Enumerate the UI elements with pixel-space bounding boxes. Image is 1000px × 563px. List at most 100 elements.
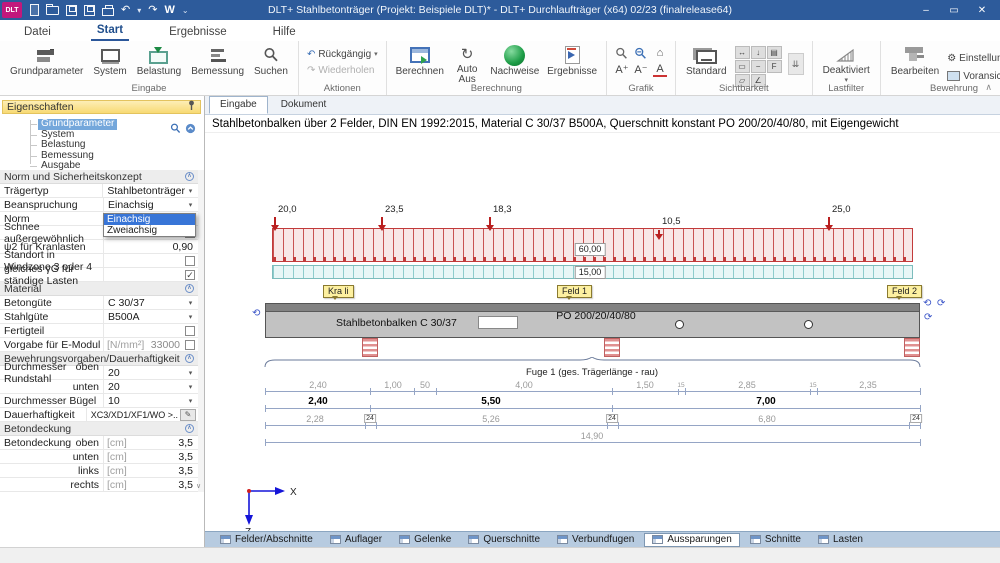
minimize-button[interactable]: – [912,0,940,20]
ergebnisse-button[interactable]: Ergebnisse [544,43,600,85]
tag-kra-li[interactable]: Kra li [323,285,354,298]
bewehrung-voransicht-button[interactable]: Voransicht [945,69,1000,83]
field-length[interactable]: 7,00 [754,396,777,407]
dropdown-option-zweiachsig[interactable]: Zweiachsig [104,225,195,236]
bottom-tab-gelenke[interactable]: Gelenke [392,533,458,547]
betondeckung-oben-input[interactable]: [cm]3,5 [103,436,198,449]
font-smaller-button[interactable]: A⁻ [634,63,648,77]
field-length[interactable]: 5,50 [479,396,502,407]
visibility-extra-button[interactable]: ⇊ [788,53,804,75]
betondeckung-unten-input[interactable]: [cm]3,5 [103,450,198,463]
tag-feld-1[interactable]: Feld 1 [557,285,592,298]
emodul-checkbox[interactable] [185,340,195,350]
rotate-right-icon[interactable]: ⟳ [924,313,932,323]
rundstahl-unten-select[interactable]: 20▾ [103,380,198,393]
support-2[interactable] [604,338,620,357]
support-1[interactable] [362,338,378,357]
undo-icon[interactable]: ↶ [121,3,130,17]
dropdown-arrow-icon[interactable]: ▾ [185,313,196,321]
scroll-down-icon[interactable]: ∨ [193,482,204,492]
tree-item-grundparameter[interactable]: Grundparameter [38,119,117,130]
buegel-select[interactable]: 10▾ [103,394,198,407]
zoom-window-icon[interactable] [634,46,648,60]
dropdown-arrow-icon[interactable]: ▾ [185,201,196,209]
betonguete-select[interactable]: C 30/37▾ [103,296,198,309]
edit-icon[interactable]: ✎ [180,409,196,421]
wiki-icon[interactable]: W [164,3,174,17]
open-file-icon[interactable] [46,6,59,15]
visibility-toggle-2[interactable]: ↓ [751,46,766,59]
bemessung-button[interactable]: Bemessung [187,43,248,85]
pin-icon[interactable] [187,100,196,114]
dropdown-arrow-icon[interactable]: ▾ [185,369,196,377]
bottom-tab-schnitte[interactable]: Schnitte [743,533,808,547]
bottom-tab-aussparungen[interactable]: Aussparungen [644,533,740,547]
section-collapse-icon[interactable]: ∧ [185,172,194,181]
customize-toolbar-icon[interactable]: ⌄ [182,6,189,15]
psi2-input[interactable]: 0,90 [103,240,198,253]
menu-datei[interactable]: Datei [18,24,57,41]
tree-item-belastung[interactable]: Belastung [38,140,88,151]
dauerhaftigkeit-input[interactable]: XC3/XD1/XF1/WO >..✎ [86,408,198,421]
save-as-icon[interactable] [84,5,95,16]
section-collapse-icon[interactable]: ∧ [185,284,194,293]
bewehrung-einstellungen-button[interactable]: ⚙Einstellungen [945,51,1000,65]
tab-eingabe[interactable]: Eingabe [209,96,268,114]
traegertyp-select[interactable]: Stahlbetonträger▾ [102,184,198,197]
bottom-tab-auflager[interactable]: Auflager [323,533,389,547]
grundparameter-button[interactable]: Grundparameter [6,43,87,85]
properties-scrollbar[interactable]: ∨ [198,170,204,492]
font-color-button[interactable]: A [653,63,667,77]
save-icon[interactable] [66,5,77,16]
betondeckung-rechts-input[interactable]: [cm]3,5 [103,478,198,491]
rundstahl-oben-select[interactable]: 20▾ [103,366,198,379]
bottom-tab-felder[interactable]: Felder/Abschnitte [213,533,320,547]
belastung-button[interactable]: Belastung [133,43,185,85]
menu-hilfe[interactable]: Hilfe [267,24,302,41]
bottom-tab-lasten[interactable]: Lasten [811,533,870,547]
graphics-canvas[interactable]: 20,0 23,5 18,3 10,5 25,0 60,00 15,00 Kra… [205,133,1000,531]
suchen-button[interactable]: Suchen [250,43,292,85]
undo-button[interactable]: ↶Rückgängig▾ [305,47,380,61]
fertigteil-checkbox[interactable] [185,326,195,336]
redo-icon[interactable]: ↷ [148,3,157,17]
visibility-toggle-6[interactable]: F [767,60,782,73]
opening-circle-2[interactable] [804,320,813,329]
rotate-right-icon[interactable]: ⟳ [937,299,945,309]
standard-view-button[interactable]: Standard [682,43,731,85]
dropdown-option-einachsig[interactable]: Einachsig [104,214,195,225]
stahlguete-select[interactable]: B500A▾ [103,310,198,323]
opening-circle-1[interactable] [675,320,684,329]
berechnen-button[interactable]: Berechnen [393,43,447,85]
menu-ergebnisse[interactable]: Ergebnisse [163,24,233,41]
dropdown-arrow-icon[interactable]: ▾ [185,187,196,195]
secondary-load-value[interactable]: 15,00 [575,266,606,279]
print-icon[interactable] [102,8,114,16]
dropdown-arrow-icon[interactable]: ▾ [185,397,196,405]
redo-button[interactable]: ↷Wiederholen [305,63,377,77]
properties-search-icon[interactable] [170,123,181,137]
rotate-left-icon[interactable]: ⟲ [252,309,260,319]
visibility-toggle-3[interactable]: ▤ [767,46,782,59]
beam-label-edit-box[interactable] [478,316,518,329]
ribbon-collapse-icon[interactable]: ∧ [985,82,992,93]
lastfilter-button[interactable]: Deaktiviert ▾ [819,43,874,85]
font-larger-button[interactable]: A⁺ [615,63,629,77]
beam[interactable]: Stahlbetonbalken C 30/37 PO 200/20/40/80 [265,303,920,338]
visibility-toggle-1[interactable]: ↔ [735,46,750,59]
section-collapse-icon[interactable]: ∧ [185,424,194,433]
zoom-home-icon[interactable]: ⌂ [653,46,667,60]
beanspruchung-select[interactable]: Einachsig▾ [103,198,198,211]
line-load-value[interactable]: 60,00 [575,243,606,256]
collapse-all-icon[interactable] [185,123,196,137]
rotate-left-icon[interactable]: ⟲ [923,299,931,309]
field-length[interactable]: 2,40 [306,396,329,407]
section-collapse-icon[interactable]: ∧ [185,354,194,363]
betondeckung-links-input[interactable]: [cm]3,5 [103,464,198,477]
bottom-tab-querschnitte[interactable]: Querschnitte [461,533,547,547]
visibility-toggle-5[interactable]: − [751,60,766,73]
system-button[interactable]: System [89,43,130,85]
auto-aus-button[interactable]: ↻Auto Aus [449,43,486,85]
dropdown-arrow-icon[interactable]: ▾ [185,383,196,391]
gamma-checkbox[interactable]: ✓ [185,270,195,280]
